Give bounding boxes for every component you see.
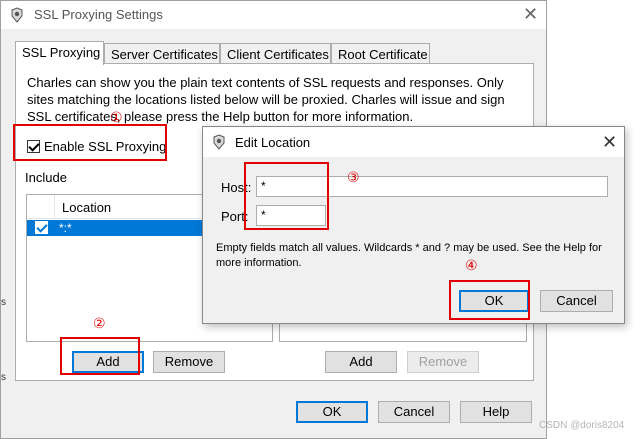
enabled-column-header (27, 195, 55, 219)
help-button[interactable]: Help (460, 401, 532, 423)
dialog-help-text: Empty fields match all values. Wildcards… (216, 241, 616, 271)
charles-app-icon (213, 134, 225, 150)
background-fragment: s (1, 297, 6, 308)
annotation-number-4: ④ (465, 258, 478, 274)
dialog-help-line: more information. (216, 257, 302, 269)
remove-exclude-button: Remove (407, 351, 479, 373)
charles-app-icon (11, 7, 23, 23)
description-line: SSL certificates, please press the Help … (27, 109, 414, 124)
include-label: Include (25, 170, 67, 185)
dialog-close-icon[interactable]: ✕ (602, 132, 617, 153)
dialog-help-line: Empty fields match all values. Wildcards… (216, 242, 602, 254)
window-title: SSL Proxying Settings (34, 7, 163, 22)
background-fragment: s (1, 372, 6, 383)
annotation-box-add (60, 337, 140, 375)
annotation-number-2: ② (93, 316, 106, 332)
cancel-button[interactable]: Cancel (378, 401, 450, 423)
annotation-box-host-port (244, 162, 329, 230)
watermark: CSDN @doris8204 (539, 420, 625, 431)
annotation-number-3: ③ (347, 170, 360, 186)
location-column-header: Location (62, 200, 112, 215)
window-close-icon[interactable]: ✕ (523, 4, 538, 25)
description-text: Charles can show you the plain text cont… (27, 74, 527, 125)
annotation-box-dialog-ok (449, 280, 530, 320)
ok-button[interactable]: OK (296, 401, 368, 423)
tab-root-certificate[interactable]: Root Certificate (331, 43, 430, 64)
add-exclude-button[interactable]: Add (325, 351, 397, 373)
title-bar: SSL Proxying Settings ✕ (1, 1, 546, 29)
tab-ssl-proxying[interactable]: SSL Proxying (15, 41, 104, 65)
row-location: *:* (59, 221, 72, 235)
tab-server-certificates[interactable]: Server Certificates (104, 43, 220, 64)
annotation-number-1: ① (110, 110, 123, 126)
description-line: Charles can show you the plain text cont… (27, 75, 504, 90)
description-line: sites matching the locations listed belo… (27, 92, 505, 107)
annotation-box-enable (13, 124, 167, 161)
dialog-title: Edit Location (235, 135, 311, 150)
row-enabled-checkbox[interactable] (35, 221, 48, 234)
dialog-cancel-button[interactable]: Cancel (540, 290, 613, 312)
remove-include-button[interactable]: Remove (153, 351, 225, 373)
tab-client-certificates[interactable]: Client Certificates (220, 43, 331, 64)
dialog-title-bar: Edit Location ✕ (203, 127, 624, 157)
